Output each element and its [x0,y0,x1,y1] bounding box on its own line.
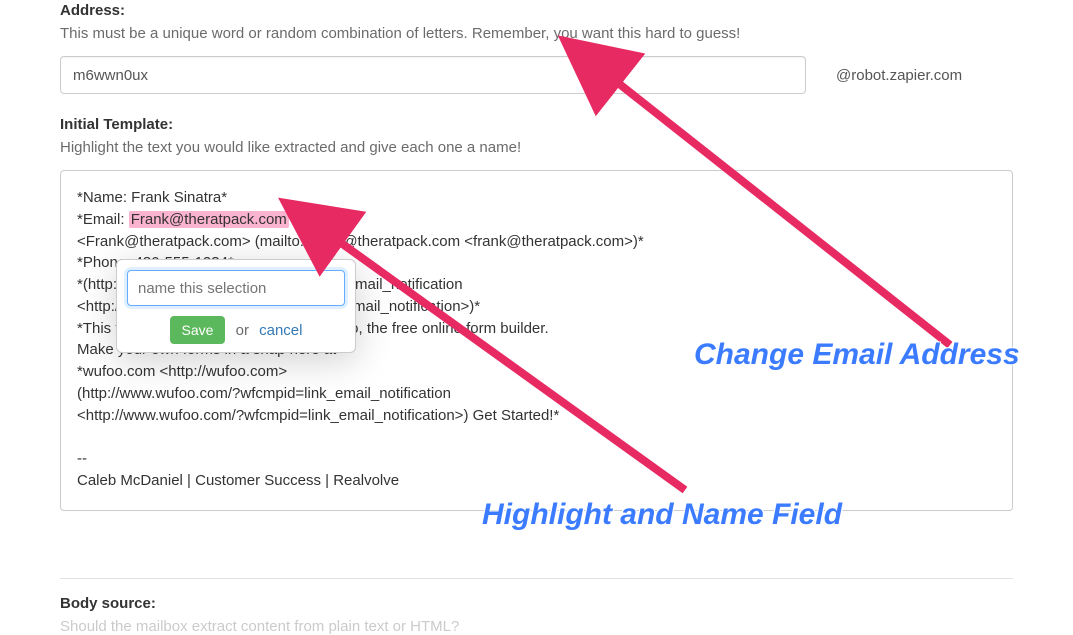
selection-name-input[interactable] [127,270,345,306]
template-line: *wufoo.com <http://wufoo.com> [77,363,287,380]
highlighted-selection[interactable]: Frank@theratpack.com [129,211,289,228]
name-selection-popover: Save or cancel [116,259,356,353]
or-text: or [236,322,249,339]
body-source-help: Should the mailbox extract content from … [60,618,1013,635]
page-root: { "address": { "label": "Address:", "hel… [0,0,1073,633]
template-line: *Email: [77,211,129,228]
template-label: Initial Template: [60,116,1013,133]
body-source-label: Body source: [60,595,1013,612]
popover-actions: Save or cancel [127,316,345,344]
address-help: This must be a unique word or random com… [60,25,1013,42]
address-label: Address: [60,2,1013,19]
template-line: * [289,211,295,228]
divider [60,578,1013,579]
template-line: *Name: Frank Sinatra* [77,189,227,206]
template-sep: -- [77,450,87,467]
template-line: (http://www.wufoo.com/?wfcmpid=link_emai… [77,385,451,402]
address-section: Address: This must be a unique word or r… [0,0,1073,94]
cancel-link[interactable]: cancel [259,322,302,339]
template-help: Highlight the text you would like extrac… [60,139,1013,156]
address-input[interactable] [60,56,806,94]
template-signature: Caleb McDaniel | Customer Success | Real… [77,472,399,489]
body-source-section: Body source: Should the mailbox extract … [0,578,1073,635]
address-suffix: @robot.zapier.com [836,67,962,84]
template-line: <http://www.wufoo.com/?wfcmpid=link_emai… [77,407,559,424]
template-line: <Frank@theratpack.com> (mailto:Frank@the… [77,233,644,250]
address-row: @robot.zapier.com [60,56,1013,94]
save-button[interactable]: Save [170,316,226,344]
